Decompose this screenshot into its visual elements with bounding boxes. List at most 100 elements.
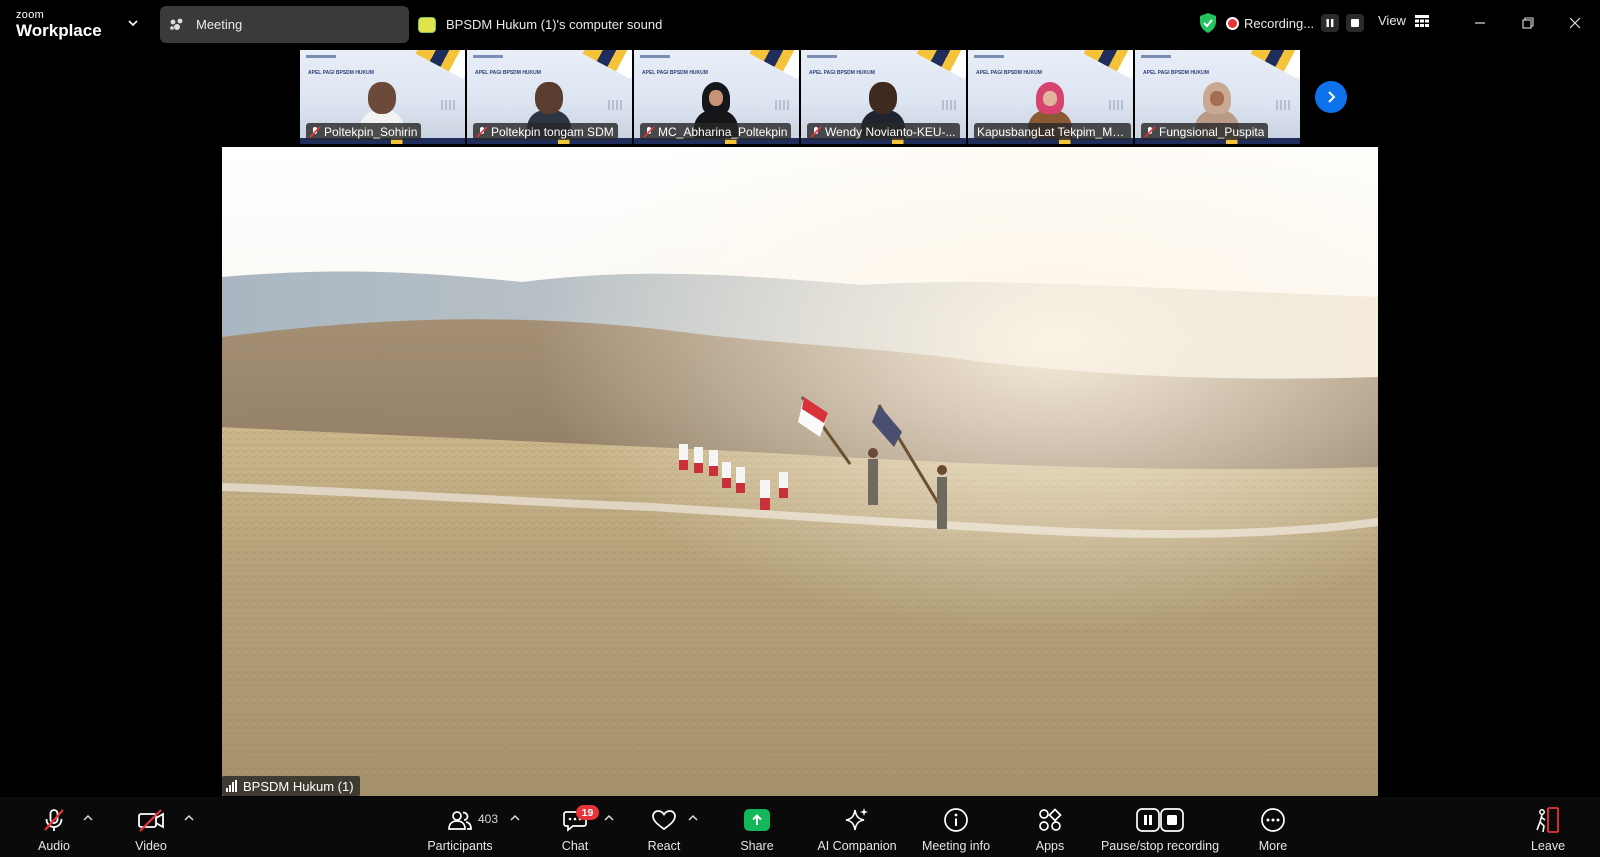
participant-name: Poltekpin_Sohirin (324, 124, 418, 139)
next-page-button[interactable] (1315, 81, 1347, 113)
video-frame-image (222, 147, 1378, 796)
chevron-down-icon[interactable] (126, 16, 140, 30)
video-label: Video (135, 839, 167, 853)
leave-button[interactable]: Leave (1503, 806, 1593, 853)
participant-thumbnail[interactable]: APEL PAGI BPSDM HUKUM Poltekpin_Sohirin (300, 50, 465, 144)
encryption-shield-icon[interactable] (1198, 12, 1218, 34)
heart-react-icon (652, 810, 676, 831)
title-bar: zoom Workplace Meeting BPSDM Hukum (1)'s… (0, 0, 1600, 48)
recording-indicator: Recording... (1228, 13, 1365, 33)
pause-stop-recording-icon (1136, 808, 1184, 832)
chat-unread-badge: 19 (576, 805, 599, 820)
slide-title: APEL PAGI BPSDM HUKUM (976, 70, 1042, 76)
restore-button[interactable] (1515, 10, 1541, 36)
view-button[interactable]: View (1378, 13, 1429, 28)
chat-label: Chat (561, 839, 589, 853)
minimize-icon (1475, 22, 1485, 24)
brand-top: zoom (16, 9, 45, 21)
apps-icon (1039, 808, 1062, 831)
participant-thumbnail-strip: APEL PAGI BPSDM HUKUM Poltekpin_Sohirin … (300, 50, 1300, 144)
minimize-button[interactable] (1467, 10, 1493, 36)
more-dots-icon (1261, 808, 1285, 832)
participant-name-tag: Wendy Novianto-KEU-... (807, 123, 960, 140)
mic-muted-icon (643, 125, 655, 138)
brand-bottom: Workplace (16, 21, 102, 40)
participant-name-tag: Poltekpin tongam SDM (473, 123, 618, 140)
audio-options-chevron-up-icon[interactable] (82, 812, 94, 824)
participant-thumbnail[interactable]: APEL PAGI BPSDM HUKUM Fungsional_Puspita (1135, 50, 1300, 144)
mic-muted-icon (476, 125, 488, 138)
participant-name-tag: Poltekpin_Sohirin (306, 123, 422, 140)
pause-stop-recording-label: Pause/stop recording (1100, 839, 1220, 853)
pause-icon (1326, 19, 1334, 27)
stop-recording-button[interactable] (1346, 14, 1365, 32)
participants-options-chevron-up-icon[interactable] (509, 812, 521, 824)
tab-computer-sound[interactable]: BPSDM Hukum (1)'s computer sound (418, 6, 662, 43)
shared-app-icon (418, 16, 436, 33)
slide-title: APEL PAGI BPSDM HUKUM (809, 70, 875, 76)
close-button[interactable] (1562, 10, 1588, 36)
slide-decoration (415, 50, 465, 80)
participant-thumbnail[interactable]: APEL PAGI BPSDM HUKUM Poltekpin tongam S… (467, 50, 632, 144)
slide-title: APEL PAGI BPSDM HUKUM (1143, 70, 1209, 76)
pause-recording-button[interactable] (1321, 14, 1340, 32)
participant-name: Poltekpin tongam SDM (491, 124, 614, 139)
participants-label: Participants (427, 839, 493, 853)
audio-label: Audio (38, 839, 70, 853)
zoom-workplace-logo: zoom Workplace (16, 9, 102, 40)
pause-stop-recording-button[interactable]: Pause/stop recording (1101, 806, 1219, 853)
view-label: View (1378, 13, 1406, 28)
tab-meeting-label: Meeting (196, 17, 243, 32)
react-options-chevron-up-icon[interactable] (687, 812, 699, 824)
ai-companion-button[interactable]: AI Companion (812, 806, 902, 853)
participants-count: 403 (478, 812, 499, 826)
more-button[interactable]: More (1228, 806, 1318, 853)
share-button[interactable]: Share (712, 806, 802, 853)
meeting-info-label: Meeting info (921, 839, 991, 853)
ai-companion-label: AI Companion (817, 839, 897, 853)
participant-thumbnail[interactable]: APEL PAGI BPSDM HUKUM KapusbangLat Tekpi… (968, 50, 1133, 144)
participant-name-tag: MC_Abharina_Poltekpin (640, 123, 792, 140)
slide-title: APEL PAGI BPSDM HUKUM (642, 70, 708, 76)
recording-dot-icon (1228, 18, 1237, 28)
signal-strength-icon (226, 780, 237, 792)
tab-computer-sound-label: BPSDM Hukum (1)'s computer sound (446, 17, 663, 32)
meeting-info-button[interactable]: Meeting info (911, 806, 1001, 853)
main-video-feed[interactable] (222, 147, 1378, 796)
info-icon (944, 808, 968, 832)
participant-name: Fungsional_Puspita (1159, 124, 1265, 139)
participant-thumbnail[interactable]: APEL PAGI BPSDM HUKUM Wendy Novianto-KEU… (801, 50, 966, 144)
chevron-right-icon (1328, 91, 1336, 103)
close-icon (1569, 17, 1581, 29)
participant-name-tag: Fungsional_Puspita (1141, 123, 1269, 140)
tab-meeting[interactable]: Meeting (160, 6, 409, 43)
recording-status: Recording... (1244, 15, 1315, 31)
participant-thumbnail[interactable]: APEL PAGI BPSDM HUKUM MC_Abharina_Poltek… (634, 50, 799, 144)
leave-door-icon (1536, 807, 1559, 833)
camera-off-icon (138, 809, 164, 832)
participant-name: Wendy Novianto-KEU-... (825, 124, 956, 139)
apps-button[interactable]: Apps (1005, 806, 1095, 853)
share-label: Share (740, 839, 774, 853)
react-label: React (647, 839, 681, 853)
mic-muted-icon (810, 125, 822, 138)
chat-options-chevron-up-icon[interactable] (603, 812, 615, 824)
grid-view-icon (1414, 14, 1429, 27)
active-speaker-tag: BPSDM Hukum (1) (222, 776, 360, 796)
stop-icon (1351, 19, 1360, 27)
slide-title: APEL PAGI BPSDM HUKUM (308, 70, 374, 76)
share-arrow-up-icon (752, 814, 762, 825)
slide-title: APEL PAGI BPSDM HUKUM (475, 70, 541, 76)
participants-icon (448, 811, 472, 830)
participant-name: KapusbangLat Tekpim_Mu... (977, 124, 1127, 139)
slide-logo (306, 55, 336, 58)
video-options-chevron-up-icon[interactable] (183, 812, 195, 824)
mic-muted-icon (309, 125, 321, 138)
apps-label: Apps (1035, 839, 1065, 853)
meeting-icon (170, 18, 183, 30)
participant-name: MC_Abharina_Poltekpin (658, 124, 788, 139)
leave-label: Leave (1530, 839, 1566, 853)
restore-icon (1522, 17, 1534, 29)
microphone-muted-icon (44, 809, 64, 831)
active-speaker-name: BPSDM Hukum (1) (243, 778, 354, 794)
